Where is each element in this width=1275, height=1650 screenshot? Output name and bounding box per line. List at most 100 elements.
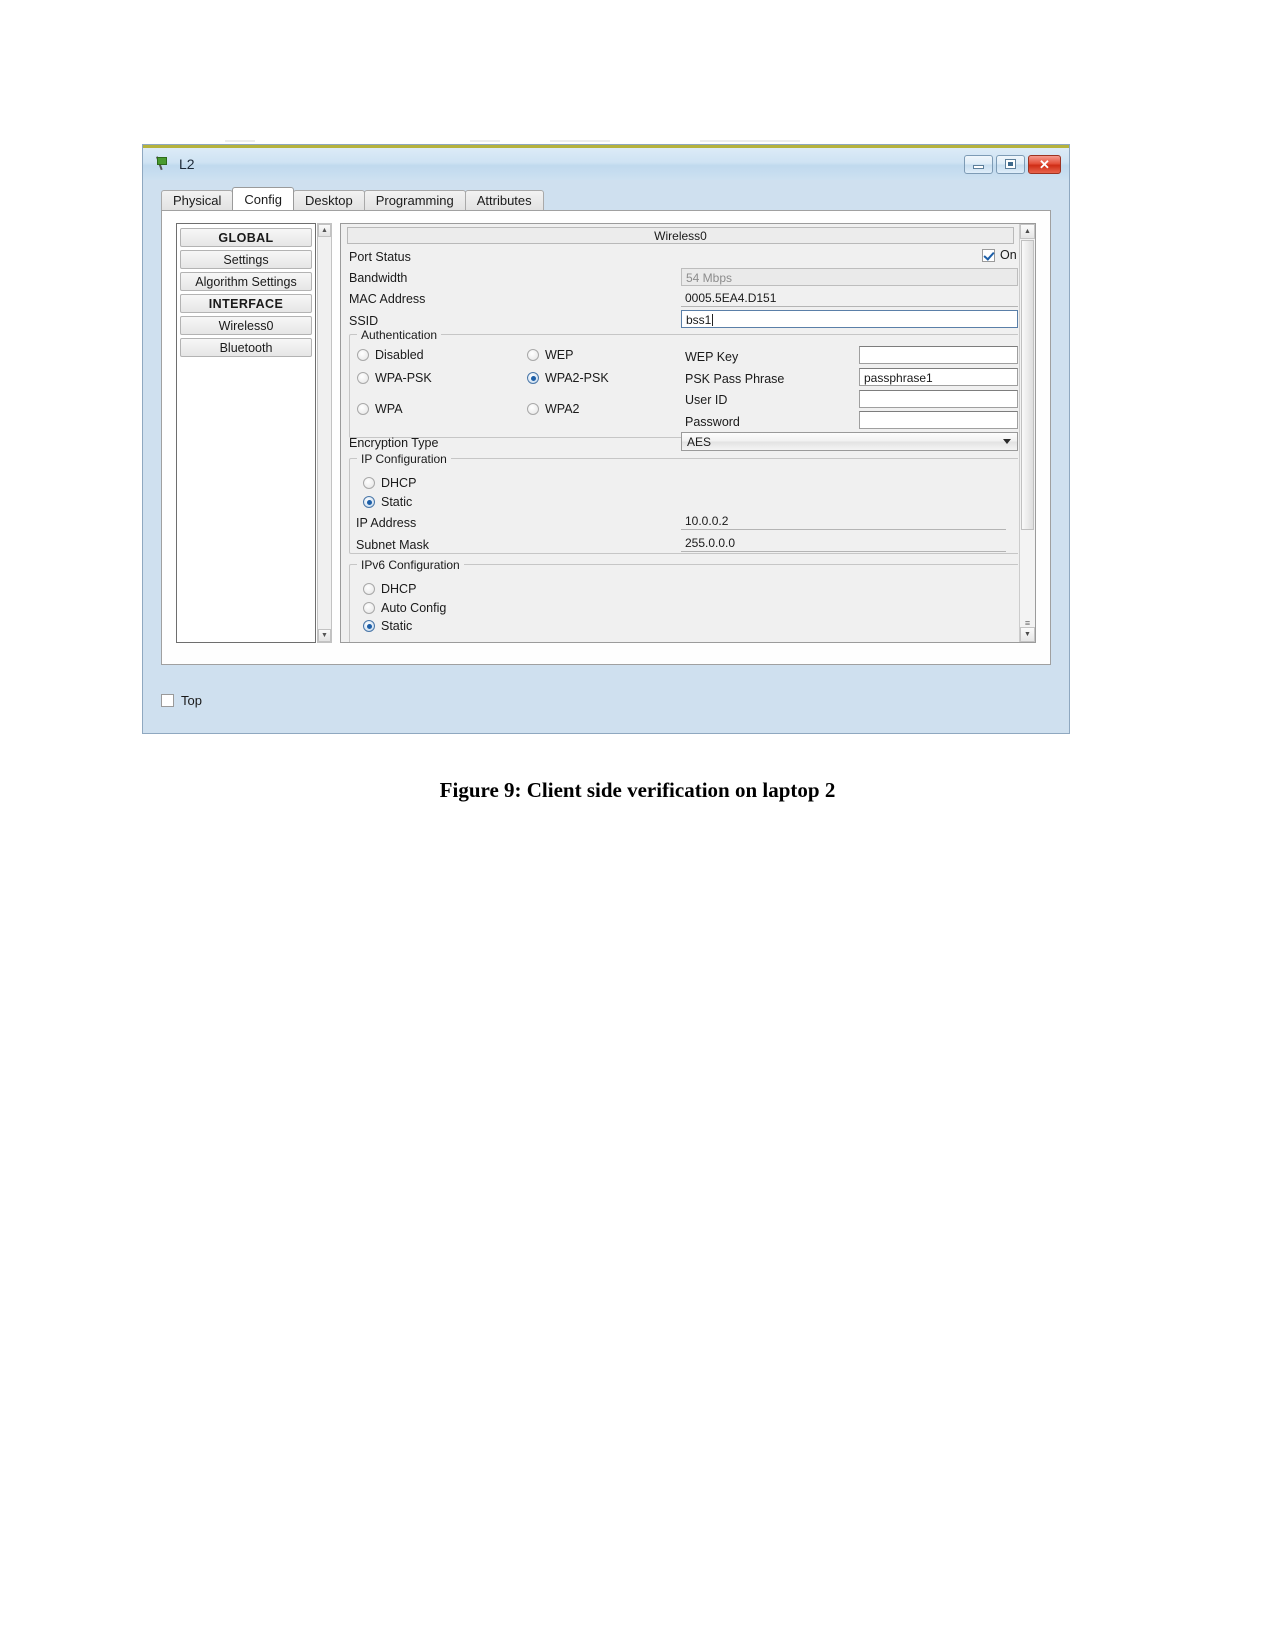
- psk-pass-phrase-input[interactable]: passphrase1: [859, 368, 1018, 386]
- radio-dot-icon: [527, 372, 539, 384]
- radio-dot-icon: [363, 496, 375, 508]
- ipv6-radio-static[interactable]: Static: [363, 619, 412, 633]
- ipv6-configuration-group: [349, 564, 1018, 642]
- ipv6-radio-auto-config-label: Auto Config: [381, 601, 447, 615]
- bandwidth-label: Bandwidth: [349, 271, 408, 285]
- nav-scrollbar[interactable]: ▲ ▼: [317, 223, 332, 643]
- radio-dot-icon: [527, 403, 539, 415]
- ip-radio-dhcp-label: DHCP: [381, 476, 417, 490]
- radio-dot-icon: [363, 583, 375, 595]
- password-input[interactable]: [859, 411, 1018, 429]
- user-id-input[interactable]: [859, 390, 1018, 408]
- scan-mark-mid: [470, 140, 500, 142]
- maximize-icon: [1005, 159, 1016, 169]
- ip-address-label: IP Address: [356, 516, 417, 530]
- close-icon: ✕: [1039, 156, 1050, 172]
- node-flag-icon: [155, 156, 171, 172]
- top-checkbox-label: Top: [181, 693, 202, 708]
- auth-radio-disabled[interactable]: Disabled: [357, 348, 424, 362]
- ipv6-configuration-group-title: IPv6 Configuration: [357, 558, 464, 572]
- checkbox-box-icon: [982, 248, 995, 262]
- port-status-label: Port Status: [349, 250, 411, 264]
- bandwidth-field: 54 Mbps: [681, 268, 1018, 286]
- close-button[interactable]: ✕: [1028, 154, 1061, 174]
- text-caret: [712, 313, 714, 326]
- sidebar-item-bluetooth[interactable]: Bluetooth: [180, 338, 312, 357]
- encryption-type-value: AES: [687, 434, 712, 449]
- config-tab-body: GLOBAL Settings Algorithm Settings INTER…: [161, 210, 1051, 665]
- interface-config-scrollview: Wireless0 Port Status On Bandwidth 54 Mb…: [341, 224, 1018, 642]
- sidebar-item-interface[interactable]: INTERFACE: [180, 294, 312, 313]
- ssid-label: SSID: [349, 314, 379, 328]
- scan-mark-right: [700, 140, 800, 142]
- tab-strip: Physical Config Desktop Programming Attr…: [161, 187, 1051, 210]
- auth-radio-wpa2-psk-label: WPA2-PSK: [545, 371, 609, 385]
- wep-key-label: WEP Key: [685, 350, 739, 364]
- tab-config[interactable]: Config: [232, 187, 294, 210]
- interface-config-panel: Wireless0 Port Status On Bandwidth 54 Mb…: [340, 223, 1036, 643]
- sidebar-item-algorithm-settings[interactable]: Algorithm Settings: [180, 272, 312, 291]
- ipv6-radio-auto-config[interactable]: Auto Config: [363, 601, 446, 615]
- ip-address-input[interactable]: 10.0.0.2: [681, 512, 1006, 530]
- auth-radio-wpa-psk[interactable]: WPA-PSK: [357, 371, 432, 385]
- psk-pass-phrase-label: PSK Pass Phrase: [685, 372, 785, 386]
- radio-dot-icon: [363, 477, 375, 489]
- auth-radio-wpa2[interactable]: WPA2: [527, 402, 580, 416]
- nav-scroll-down-icon[interactable]: ▼: [318, 629, 331, 642]
- authentication-group-title: Authentication: [357, 328, 442, 342]
- minimize-button[interactable]: [964, 154, 993, 174]
- top-checkbox[interactable]: Top: [161, 693, 202, 708]
- scan-mark-mid2: [550, 140, 610, 142]
- tab-physical[interactable]: Physical: [161, 190, 234, 210]
- ssid-input[interactable]: bss1: [681, 310, 1018, 328]
- config-scroll-down-icon[interactable]: ▼: [1020, 627, 1035, 642]
- auth-radio-wep[interactable]: WEP: [527, 348, 573, 362]
- config-scroll-up-icon[interactable]: ▲: [1020, 224, 1035, 239]
- packet-tracer-device-window: L2 ✕ Physical Config Desktop Programming…: [142, 144, 1070, 734]
- mac-address-label: MAC Address: [349, 292, 426, 306]
- nav-scroll-up-icon[interactable]: ▲: [318, 224, 331, 237]
- radio-dot-icon: [363, 602, 375, 614]
- config-scrollbar[interactable]: ▲ ≡ ▼: [1019, 224, 1035, 642]
- config-scroll-grip-icon: ≡: [1024, 618, 1031, 628]
- title-bar[interactable]: L2 ✕: [143, 148, 1069, 180]
- ipv6-radio-static-label: Static: [381, 619, 413, 633]
- scan-mark-left: [225, 140, 255, 142]
- auth-radio-wpa2-label: WPA2: [545, 402, 580, 416]
- ipv6-radio-dhcp-label: DHCP: [381, 582, 417, 596]
- chevron-down-icon: [1003, 439, 1011, 444]
- ip-radio-static-label: Static: [381, 495, 413, 509]
- encryption-type-select[interactable]: AES: [681, 432, 1018, 451]
- ipv6-radio-dhcp[interactable]: DHCP: [363, 582, 416, 596]
- user-id-label: User ID: [685, 393, 728, 407]
- auth-radio-wpa[interactable]: WPA: [357, 402, 403, 416]
- config-scroll-thumb[interactable]: [1021, 240, 1034, 530]
- auth-radio-wpa2-psk[interactable]: WPA2-PSK: [527, 371, 609, 385]
- radio-dot-icon: [527, 349, 539, 361]
- password-label: Password: [685, 415, 740, 429]
- sidebar-item-global[interactable]: GLOBAL: [180, 228, 312, 247]
- subnet-mask-label: Subnet Mask: [356, 538, 429, 552]
- tab-attributes[interactable]: Attributes: [464, 190, 544, 210]
- tab-programming[interactable]: Programming: [363, 190, 466, 210]
- config-nav-panel: GLOBAL Settings Algorithm Settings INTER…: [176, 223, 316, 643]
- wep-key-input[interactable]: [859, 346, 1018, 364]
- tab-desktop[interactable]: Desktop: [293, 190, 365, 210]
- window-title: L2: [179, 156, 195, 172]
- sidebar-item-settings[interactable]: Settings: [180, 250, 312, 269]
- sidebar-item-wireless0[interactable]: Wireless0: [180, 316, 312, 335]
- auth-radio-wep-label: WEP: [545, 348, 574, 362]
- encryption-type-label: Encryption Type: [349, 436, 439, 450]
- checkbox-box-icon: [161, 694, 174, 707]
- radio-dot-icon: [357, 403, 369, 415]
- ip-radio-dhcp[interactable]: DHCP: [363, 476, 416, 490]
- port-status-checkbox[interactable]: On: [982, 248, 1017, 262]
- subnet-mask-input[interactable]: 255.0.0.0: [681, 534, 1006, 552]
- maximize-button[interactable]: [996, 154, 1025, 174]
- window-controls: ✕: [964, 154, 1061, 174]
- radio-dot-icon: [363, 620, 375, 632]
- figure-caption: Figure 9: Client side verification on la…: [439, 778, 836, 802]
- ip-radio-static[interactable]: Static: [363, 495, 412, 509]
- auth-radio-disabled-label: Disabled: [375, 348, 424, 362]
- mac-address-field[interactable]: 0005.5EA4.D151: [681, 289, 1018, 307]
